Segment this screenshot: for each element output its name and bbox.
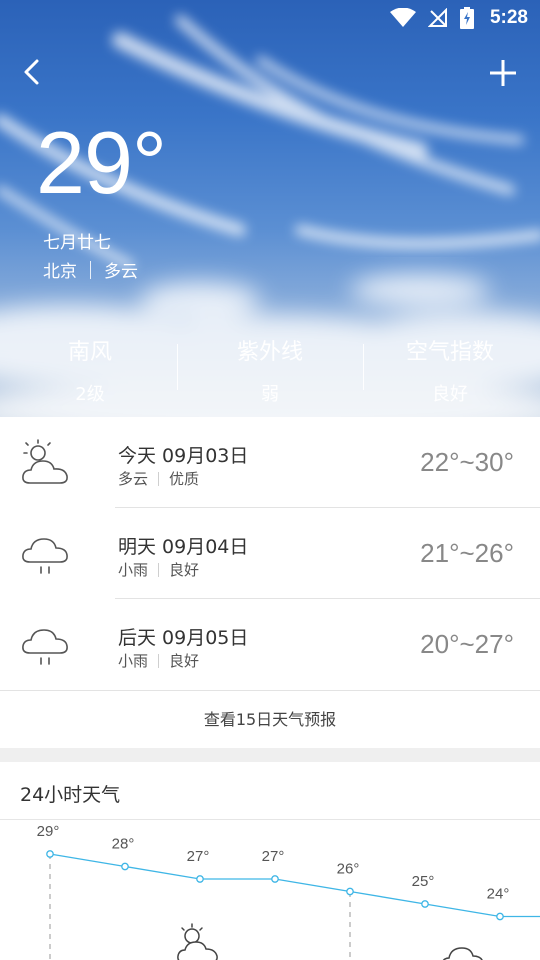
hourly-temp-point — [271, 875, 279, 883]
forecast-condition: 小雨 — [118, 652, 149, 670]
stat-label: 空气指数 — [405, 340, 494, 365]
forecast-air-quality: 优质 — [169, 470, 200, 488]
hourly-temp-label: 24° — [487, 886, 510, 903]
forecast-details: 多云 优质 — [118, 468, 199, 489]
hourly-temp-point — [346, 887, 354, 896]
forecast-temp-range: 20°~27° — [420, 629, 514, 659]
detail-divider — [158, 471, 160, 486]
current-temperature: 29° — [36, 113, 167, 212]
stat-label: 南风 — [67, 340, 112, 365]
back-button[interactable] — [18, 56, 48, 88]
hourly-temp-point — [196, 875, 204, 883]
forecast-air-quality: 良好 — [169, 652, 200, 670]
stat-label: 紫外线 — [236, 340, 303, 365]
partly-cloudy-icon — [177, 923, 218, 960]
cloudy-icon — [442, 947, 483, 960]
light-rain-icon — [22, 629, 68, 665]
forecast-row-today[interactable]: 今天 09月03日 多云 优质 22°~30° — [0, 417, 540, 508]
stat-value: 2级 — [75, 384, 105, 405]
hourly-temp-label: 25° — [412, 873, 435, 890]
partly-cloudy-icon — [22, 439, 68, 484]
forecast-temp-range: 22°~30° — [420, 447, 514, 477]
section-gap — [0, 748, 540, 762]
wifi-icon — [389, 8, 416, 27]
add-city-button[interactable] — [488, 58, 518, 88]
hourly-temp-label: 26° — [337, 861, 360, 878]
weather-stats: 南风 2级 紫外线 弱 空气指数 良好 — [0, 330, 540, 410]
detail-divider — [158, 653, 160, 668]
forecast-date: 后天 09月05日 — [118, 627, 249, 649]
stat-value: 弱 — [261, 384, 279, 405]
hourly-section-header: 24小时天气 — [0, 762, 540, 820]
location-row: 北京 多云 — [43, 257, 138, 282]
forecast-condition: 多云 — [118, 470, 149, 488]
no-signal-icon — [427, 8, 447, 27]
hourly-temp-label: 29° — [37, 823, 60, 840]
location-divider — [90, 260, 91, 279]
hourly-temp-point — [121, 862, 129, 871]
status-bar: 5:28 — [389, 6, 528, 30]
hourly-temperature-chart[interactable]: 29° 28° 27° 27° 26° 25° 24° — [0, 820, 540, 960]
hourly-chart-svg: 29° 28° 27° 27° 26° 25° 24° — [37, 823, 540, 960]
forecast-air-quality: 良好 — [169, 561, 200, 579]
hourly-title: 24小时天气 — [20, 784, 121, 806]
stat-uv: 紫外线 弱 — [180, 330, 360, 410]
forecast-row-day-after[interactable]: 后天 09月05日 小雨 良好 20°~27° — [0, 599, 540, 690]
forecast-details: 小雨 良好 — [118, 559, 199, 580]
view-15-day-forecast-link[interactable]: 查看15日天气预报 — [0, 690, 540, 748]
hourly-temp-label: 28° — [112, 836, 135, 853]
stat-value: 良好 — [432, 384, 468, 405]
detail-divider — [158, 562, 160, 577]
status-time: 5:28 — [489, 7, 528, 28]
hourly-temp-point — [496, 912, 504, 921]
forecast-condition: 小雨 — [118, 561, 149, 579]
forecast-temp-range: 21°~26° — [420, 538, 514, 568]
weather-hero: 5:28 29° 七月廿七 北京 多云 南风 2级 紫外线 弱 空气指数 良好 — [0, 0, 540, 417]
battery-charging-icon — [459, 7, 474, 29]
stat-divider — [177, 344, 178, 390]
light-rain-icon — [22, 538, 68, 574]
current-condition: 多云 — [104, 262, 138, 282]
lunar-date: 七月廿七 — [43, 233, 111, 253]
hourly-temp-point — [421, 900, 429, 908]
stat-wind: 南风 2级 — [0, 330, 180, 410]
daily-forecast-list: 今天 09月03日 多云 优质 22°~30° 明天 09月04日 小雨 良好 … — [0, 417, 540, 690]
forecast-details: 小雨 良好 — [118, 650, 199, 671]
forecast-date: 今天 09月03日 — [118, 445, 249, 467]
forecast-date: 明天 09月04日 — [118, 536, 249, 558]
stat-air-quality: 空气指数 良好 — [360, 330, 540, 410]
forecast-row-tomorrow[interactable]: 明天 09月04日 小雨 良好 21°~26° — [0, 508, 540, 599]
hourly-temp-label: 27° — [262, 848, 285, 865]
city-name: 北京 — [43, 262, 77, 282]
hourly-temp-point — [46, 850, 54, 858]
hourly-temp-label: 27° — [187, 848, 210, 865]
